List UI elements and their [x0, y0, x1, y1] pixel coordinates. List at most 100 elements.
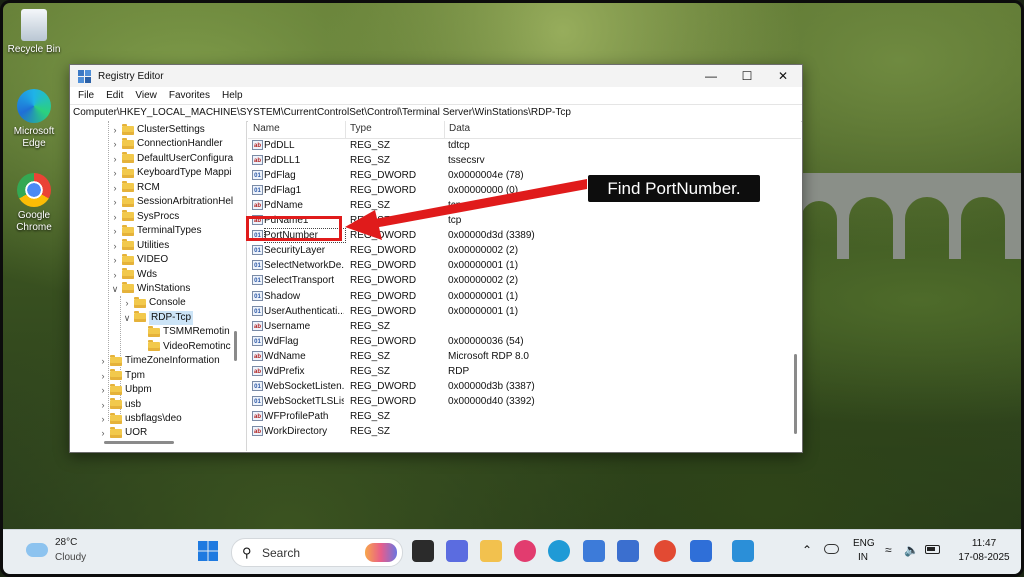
- chevron-right-icon[interactable]: ›: [98, 369, 108, 383]
- chevron-right-icon[interactable]: ›: [110, 224, 120, 238]
- menu-edit[interactable]: Edit: [100, 90, 129, 101]
- menu-favorites[interactable]: Favorites: [163, 90, 216, 101]
- notepad-icon[interactable]: [617, 540, 639, 562]
- list-vertical-scrollbar[interactable]: [794, 354, 797, 434]
- photos-icon[interactable]: [732, 540, 754, 562]
- tree-node[interactable]: › Wds: [110, 268, 157, 282]
- tree-node[interactable]: › ConnectionHandler: [110, 137, 223, 151]
- registry-value-row[interactable]: 01 WebSocketListen... REG_DWORD 0x00000d3b …: [248, 379, 801, 394]
- copilot-icon[interactable]: [446, 540, 468, 562]
- tree-node[interactable]: ∨ RDP-Tcp: [122, 310, 194, 325]
- speaker-icon[interactable]: 🔈: [904, 543, 919, 557]
- battery-icon[interactable]: [925, 545, 940, 554]
- close-button[interactable]: ✕: [766, 65, 800, 87]
- chevron-right-icon[interactable]: ›: [98, 426, 108, 440]
- tree-node[interactable]: › Tpm: [98, 369, 145, 383]
- tree-node[interactable]: ∨ WinStations: [110, 282, 190, 296]
- tree-node[interactable]: › UOR: [98, 426, 147, 440]
- menu-file[interactable]: File: [72, 90, 100, 101]
- registry-value-row[interactable]: 01WebSocketTLSLis... REG_DWORD 0x00000d40 …: [248, 394, 801, 409]
- chevron-right-icon[interactable]: ›: [110, 166, 120, 180]
- chevron-right-icon[interactable]: ›: [110, 239, 120, 253]
- file-explorer-icon[interactable]: [480, 540, 502, 562]
- minimize-button[interactable]: —: [694, 65, 728, 87]
- registry-value-row[interactable]: 01 SelectTransport REG_DWORD 0x00000002 (2): [248, 273, 801, 288]
- column-header-name[interactable]: Name: [253, 123, 280, 134]
- chevron-right-icon[interactable]: ›: [98, 412, 108, 426]
- tree-node[interactable]: TSMMRemotin: [136, 325, 230, 339]
- tree-node[interactable]: › usbflags\deo: [98, 412, 182, 426]
- chevron-right-icon[interactable]: ›: [110, 268, 120, 282]
- registry-value-row[interactable]: ab WorkDirectory REG_SZ: [248, 424, 801, 439]
- settings-icon[interactable]: [690, 540, 712, 562]
- show-hidden-icons-chevron-icon[interactable]: ⌃: [802, 543, 812, 557]
- registry-value-row[interactable]: ab WdPrefix REG_SZ RDP: [248, 364, 801, 379]
- registry-value-row[interactable]: ab PdDLL REG_SZ tdtcp: [248, 138, 801, 153]
- slack-icon[interactable]: [514, 540, 536, 562]
- tree-node[interactable]: › usb: [98, 398, 141, 412]
- registry-value-row[interactable]: 01 SelectNetworkDe... REG_DWORD 0x00000001 …: [248, 258, 801, 273]
- desktop-icon-edge[interactable]: Microsoft Edge: [5, 89, 63, 150]
- column-divider[interactable]: [444, 121, 445, 138]
- taskbar-search-box[interactable]: ⚲ Search: [231, 538, 403, 567]
- tree-node[interactable]: › Ubpm: [98, 383, 152, 397]
- tree-node[interactable]: › Console: [122, 296, 186, 310]
- start-button[interactable]: [196, 539, 220, 563]
- tree-horizontal-scrollbar[interactable]: [104, 441, 174, 444]
- address-bar[interactable]: Computer\HKEY_LOCAL_MACHINE\SYSTEM\Curre…: [70, 104, 802, 122]
- tree-node[interactable]: › TimeZoneInformation: [98, 354, 220, 368]
- tree-node[interactable]: › RCM: [110, 181, 160, 195]
- column-divider[interactable]: [345, 121, 346, 138]
- registry-value-row[interactable]: 01 SecurityLayer REG_DWORD 0x00000002 (2): [248, 243, 801, 258]
- registry-value-row[interactable]: 01 UserAuthenticati... REG_DWORD 0x00000001…: [248, 304, 801, 319]
- menu-view[interactable]: View: [129, 90, 163, 101]
- edge-icon[interactable]: [548, 540, 570, 562]
- clock-time[interactable]: 11:47: [958, 538, 1010, 549]
- cloud-weather-icon[interactable]: [26, 543, 48, 557]
- tree-node[interactable]: › SysProcs: [110, 210, 179, 224]
- tree-node[interactable]: › VIDEO: [110, 253, 168, 267]
- store-icon[interactable]: [583, 540, 605, 562]
- chevron-right-icon[interactable]: ›: [110, 137, 120, 151]
- registry-value-row[interactable]: ab Username REG_SZ: [248, 319, 801, 334]
- weather-condition[interactable]: Cloudy: [55, 552, 86, 563]
- desktop-icon-chrome[interactable]: Google Chrome: [5, 173, 63, 234]
- chevron-right-icon[interactable]: ›: [122, 296, 132, 310]
- clock-date[interactable]: 17-08-2025: [958, 552, 1010, 563]
- menu-help[interactable]: Help: [216, 90, 249, 101]
- input-region-indicator[interactable]: IN: [858, 552, 868, 563]
- tree-node[interactable]: › Utilities: [110, 239, 169, 253]
- tree-node[interactable]: › KeyboardType Mappi: [110, 166, 232, 180]
- registry-value-row[interactable]: ab PdDLL1 REG_SZ tssecsrv: [248, 153, 801, 168]
- registry-value-row[interactable]: ab WFProfilePath REG_SZ: [248, 409, 801, 424]
- chevron-right-icon[interactable]: ›: [110, 152, 120, 166]
- tree-node[interactable]: › TerminalTypes: [110, 224, 201, 238]
- language-indicator[interactable]: ENG: [853, 538, 875, 549]
- onedrive-cloud-icon[interactable]: [824, 544, 839, 554]
- weather-temperature[interactable]: 28°C: [55, 537, 77, 548]
- chevron-right-icon[interactable]: ›: [98, 383, 108, 397]
- registry-value-row[interactable]: 01 Shadow REG_DWORD 0x00000001 (1): [248, 289, 801, 304]
- wifi-icon[interactable]: ≈: [885, 543, 892, 557]
- registry-value-row[interactable]: ab WdName REG_SZ Microsoft RDP 8.0: [248, 349, 801, 364]
- chevron-right-icon[interactable]: ›: [110, 181, 120, 195]
- chrome-icon[interactable]: [654, 540, 676, 562]
- chevron-right-icon[interactable]: ›: [110, 123, 120, 137]
- tree-node[interactable]: › ClusterSettings: [110, 123, 205, 137]
- chevron-right-icon[interactable]: ›: [98, 354, 108, 368]
- chevron-right-icon[interactable]: ›: [98, 398, 108, 412]
- title-bar[interactable]: Registry Editor — ☐ ✕: [70, 65, 802, 87]
- chevron-down-icon[interactable]: ∨: [122, 311, 132, 325]
- desktop-icon-recycle-bin[interactable]: Recycle Bin: [5, 9, 63, 56]
- maximize-button[interactable]: ☐: [730, 65, 764, 87]
- chevron-right-icon[interactable]: ›: [110, 253, 120, 267]
- chevron-right-icon[interactable]: ›: [110, 195, 120, 209]
- column-header-data[interactable]: Data: [449, 123, 470, 134]
- tree-node[interactable]: VideoRemotinc: [136, 340, 231, 354]
- tree-node[interactable]: › DefaultUserConfigura: [110, 152, 233, 166]
- tree-vertical-scrollbar[interactable]: [234, 331, 237, 361]
- chevron-down-icon[interactable]: ∨: [110, 282, 120, 296]
- task-view-icon[interactable]: [412, 540, 434, 562]
- chevron-right-icon[interactable]: ›: [110, 210, 120, 224]
- registry-value-row[interactable]: 01 WdFlag REG_DWORD 0x00000036 (54): [248, 334, 801, 349]
